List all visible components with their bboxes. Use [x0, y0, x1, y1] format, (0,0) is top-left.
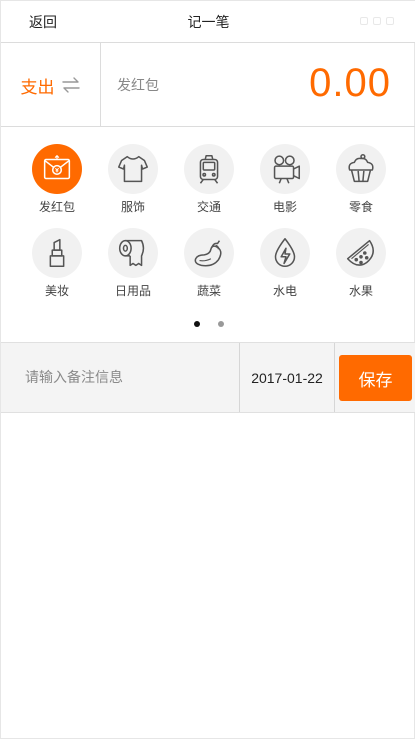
top-nav-bar: 返回 记一笔: [1, 1, 415, 43]
category-transport[interactable]: 交通: [174, 144, 244, 215]
type-switch-button[interactable]: 支出: [1, 43, 101, 127]
selected-category-name: 发红包: [117, 78, 159, 94]
page-indicator: [1, 321, 415, 327]
category-label: 蔬菜: [196, 284, 221, 298]
category-label: 交通: [196, 200, 221, 214]
toilet-paper-icon: [108, 228, 158, 278]
eggplant-icon: [184, 228, 234, 278]
movie-camera-icon: [260, 144, 310, 194]
category-vegetables[interactable]: 蔬菜: [174, 228, 244, 299]
type-label: 支出: [20, 77, 55, 98]
category-movie[interactable]: 电影: [250, 144, 320, 215]
category-label: 水果: [348, 284, 373, 298]
date-picker[interactable]: 2017-01-22: [240, 343, 335, 412]
category-clothing[interactable]: 服饰: [98, 144, 168, 215]
note-input[interactable]: [1, 343, 240, 412]
category-snacks[interactable]: 零食: [326, 144, 396, 215]
note-row: 2017-01-22 保存: [1, 342, 415, 413]
swap-icon: [61, 77, 80, 93]
category-grid: 发红包 服饰 交通 电影 零食 美妆 日用品 蔬菜 水电 水果: [1, 127, 415, 342]
category-label: 电影: [272, 200, 297, 214]
category-daily-goods[interactable]: 日用品: [98, 228, 168, 299]
category-label: 日用品: [114, 284, 151, 298]
more-icon[interactable]: [360, 17, 394, 25]
category-red-packet[interactable]: 发红包: [22, 144, 92, 215]
page-dot[interactable]: [217, 321, 224, 327]
cupcake-icon: [336, 144, 386, 194]
save-button[interactable]: 保存: [339, 355, 412, 401]
page-dot-active[interactable]: [193, 321, 200, 327]
amount-row: 支出 发红包 0.00: [1, 43, 415, 127]
watermelon-icon: [336, 228, 386, 278]
record-page: 返回 记一笔 支出 发红包 0.00 发红包 服饰 交通 电影 零食 美妆 日用…: [0, 0, 415, 739]
category-utilities[interactable]: 水电: [250, 228, 320, 299]
category-cosmetics[interactable]: 美妆: [22, 228, 92, 299]
amount-display[interactable]: 0.00: [309, 61, 391, 106]
category-label: 美妆: [44, 284, 69, 298]
water-power-icon: [260, 228, 310, 278]
category-label: 发红包: [38, 200, 75, 214]
red-packet-icon: [32, 144, 82, 194]
lipstick-icon: [32, 228, 82, 278]
category-fruit[interactable]: 水果: [326, 228, 396, 299]
tram-icon: [184, 144, 234, 194]
category-label: 服饰: [120, 200, 145, 214]
page-title: 记一笔: [187, 15, 230, 31]
tshirt-icon: [108, 144, 158, 194]
category-label: 水电: [272, 284, 297, 298]
category-label: 零食: [348, 200, 373, 214]
